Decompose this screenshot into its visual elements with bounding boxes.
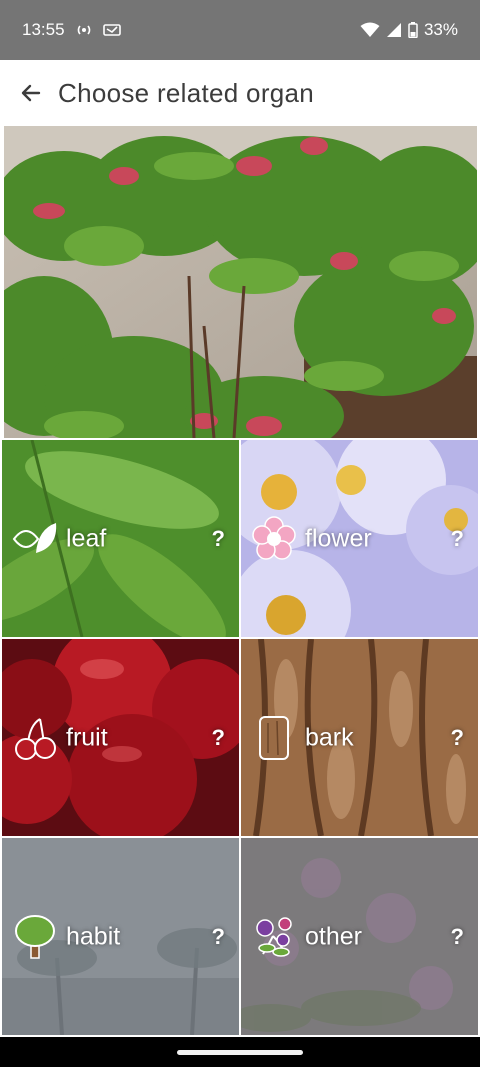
organ-label: flower — [305, 524, 372, 552]
help-button[interactable]: ? — [451, 725, 464, 751]
organ-label: bark — [305, 723, 354, 751]
app-bar: Choose related organ — [0, 60, 480, 126]
card-icon — [102, 23, 121, 37]
home-indicator[interactable] — [177, 1050, 303, 1055]
cherry-icon — [12, 715, 58, 761]
plant-photo — [4, 126, 477, 438]
clock: 13:55 — [22, 20, 65, 39]
signal-icon — [386, 22, 402, 38]
organ-grid: leaf ? flower ? fruit ? bark ? habit ? o… — [2, 440, 478, 1037]
organ-tile-habit[interactable]: habit ? — [2, 838, 239, 1035]
status-left: 13:55 — [22, 20, 121, 40]
bark-icon — [251, 715, 297, 761]
organ-tile-flower[interactable]: flower ? — [241, 440, 478, 637]
battery-icon — [408, 22, 418, 38]
status-bar: 13:55 33% — [0, 0, 480, 60]
arrow-left-icon — [21, 84, 41, 102]
help-button[interactable]: ? — [212, 526, 225, 552]
back-button[interactable] — [0, 60, 58, 126]
organ-label: fruit — [66, 723, 108, 751]
page-title: Choose related organ — [58, 77, 315, 108]
organ-tile-other[interactable]: other ? — [241, 838, 478, 1035]
flowers-icon — [251, 914, 297, 960]
status-right: 33% — [360, 20, 458, 40]
help-button[interactable]: ? — [212, 725, 225, 751]
organ-tile-fruit[interactable]: fruit ? — [2, 639, 239, 836]
plant-photo-image — [4, 126, 477, 438]
leaf-icon — [12, 516, 58, 562]
organ-label: other — [305, 922, 362, 950]
organ-label: habit — [66, 922, 121, 950]
battery-percent: 33% — [423, 20, 458, 39]
help-button[interactable]: ? — [212, 924, 225, 950]
wifi-icon — [360, 22, 380, 38]
organ-tile-bark[interactable]: bark ? — [241, 639, 478, 836]
flower-icon — [251, 515, 297, 562]
radio-icon — [75, 23, 93, 37]
tree-icon — [12, 914, 58, 960]
help-button[interactable]: ? — [451, 526, 464, 552]
help-button[interactable]: ? — [451, 924, 464, 950]
organ-label: leaf — [66, 524, 107, 552]
organ-tile-leaf[interactable]: leaf ? — [2, 440, 239, 637]
